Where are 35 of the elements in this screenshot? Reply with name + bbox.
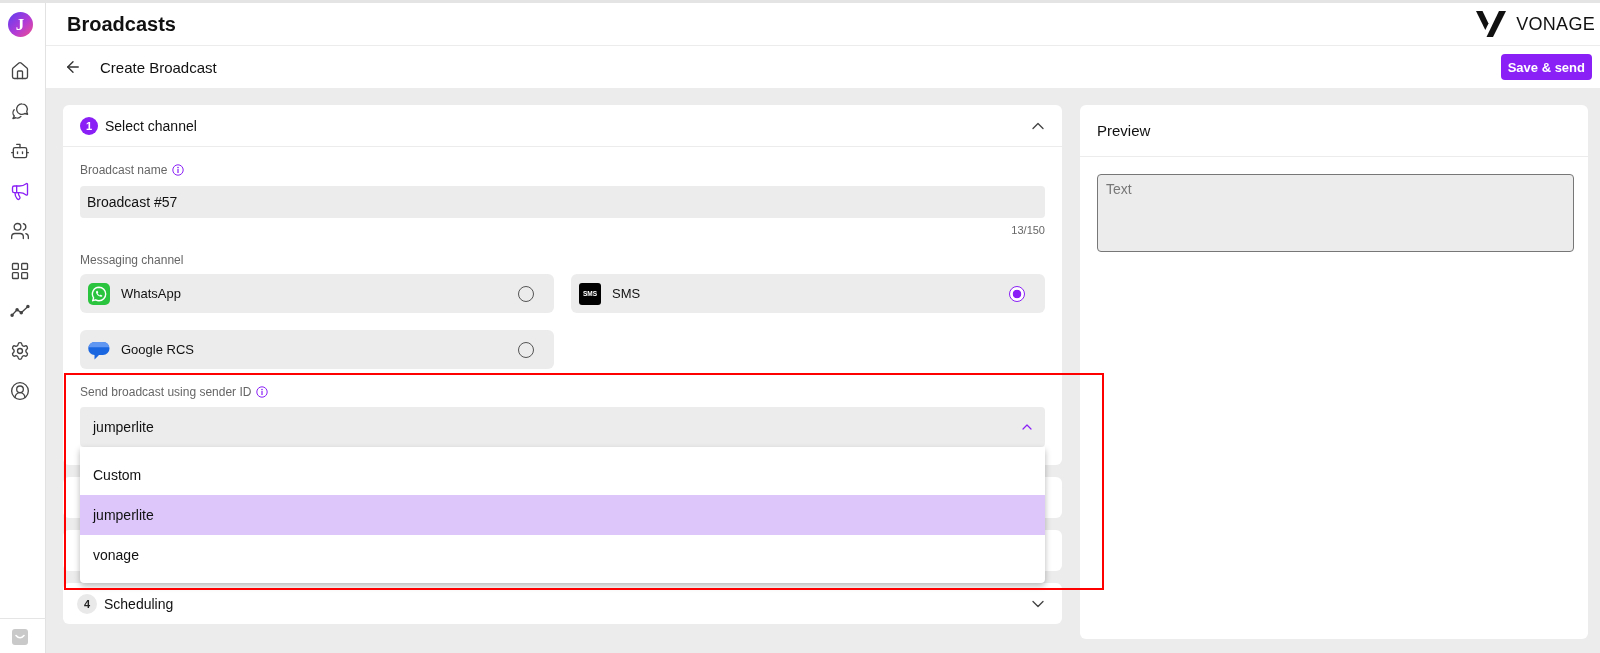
step-number: 1 xyxy=(80,116,98,135)
page-title: Broadcasts xyxy=(67,12,176,36)
info-icon[interactable] xyxy=(172,164,185,176)
preview-title: Preview xyxy=(1097,122,1151,139)
chat-bubbles-icon[interactable] xyxy=(10,101,30,121)
dropdown-option[interactable]: jumperlite xyxy=(80,495,1045,535)
brand-name: VONAGE xyxy=(1516,13,1595,35)
radio-button[interactable] xyxy=(1009,285,1025,302)
step-title[interactable]: Select channel xyxy=(105,117,1021,134)
field-label: Broadcast name xyxy=(80,163,168,177)
channel-option[interactable]: Google RCS xyxy=(80,330,554,369)
channel-option[interactable]: WhatsApp xyxy=(80,274,554,313)
preview-text-field[interactable]: Text xyxy=(1097,174,1574,252)
sender-select[interactable]: jumperlite xyxy=(80,407,1045,447)
logo-mark-icon xyxy=(1476,11,1507,37)
dropdown-option[interactable]: Custom xyxy=(80,455,1045,495)
phone-bubble-icon xyxy=(88,282,110,305)
step-title[interactable]: Scheduling xyxy=(104,595,1021,612)
broadcast-name-field[interactable]: Broadcast #57 xyxy=(80,186,1045,218)
people-icon[interactable] xyxy=(10,221,30,241)
info-icon[interactable] xyxy=(256,386,269,398)
settings-icon[interactable] xyxy=(10,341,30,361)
character-count: 13/150 xyxy=(1010,224,1045,237)
field-label: Messaging channel xyxy=(80,253,184,267)
user-circle-icon[interactable] xyxy=(10,381,30,401)
home-icon[interactable] xyxy=(10,61,30,81)
app-logo[interactable]: J xyxy=(7,12,33,37)
megaphone-icon[interactable] xyxy=(10,181,30,201)
dropdown-option[interactable]: vonage xyxy=(80,535,1045,575)
save-send-button[interactable]: Save & send xyxy=(1500,54,1592,80)
robot-icon[interactable] xyxy=(10,141,30,161)
grid-icon[interactable] xyxy=(10,261,30,281)
subpage-title: Create Broadcast xyxy=(100,58,218,76)
step-number: 4 xyxy=(77,593,97,614)
field-label: Send broadcast using sender ID xyxy=(80,385,252,399)
